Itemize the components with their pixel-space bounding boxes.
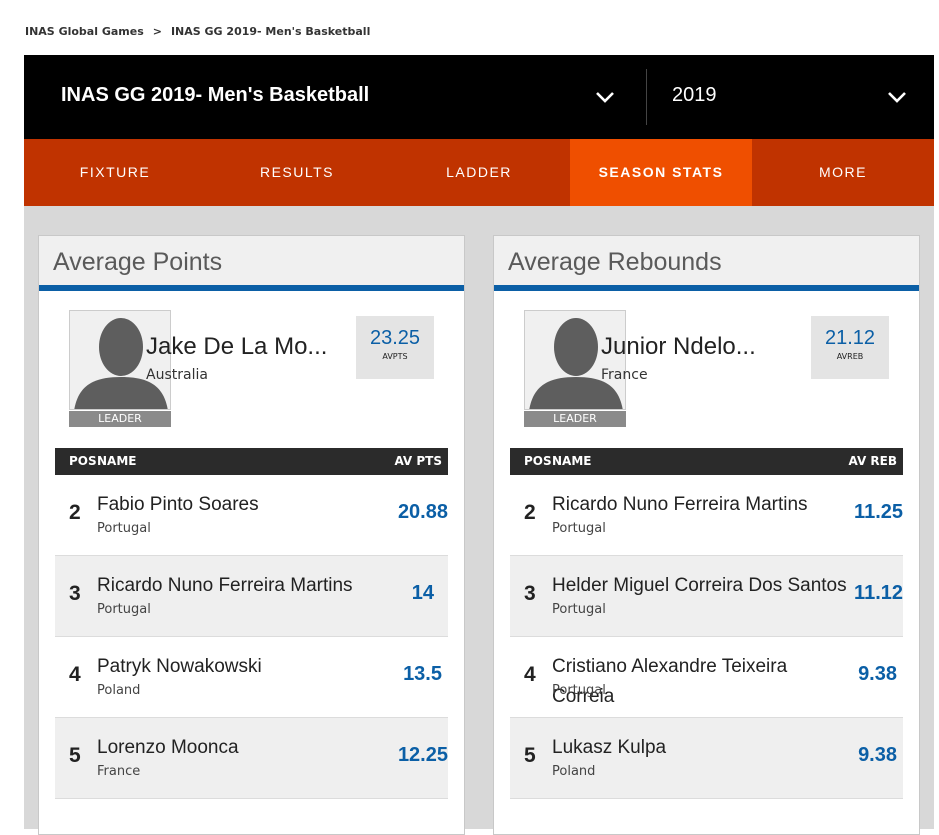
header-divider bbox=[646, 69, 647, 125]
row-player-name: Lorenzo Mooncа bbox=[97, 737, 239, 758]
breadcrumb-link-inas-global-games[interactable]: INAS Global Games bbox=[25, 25, 144, 38]
column-value: AV REB bbox=[848, 454, 897, 468]
table-row[interactable]: 2 Ricardo Nuno Ferreira Martins Portugal… bbox=[510, 475, 903, 556]
tab-ladder[interactable]: LADDER bbox=[388, 139, 570, 206]
leader-country: France bbox=[601, 367, 648, 383]
row-player-name: Fabio Pinto Soares bbox=[97, 494, 259, 515]
leader-stat-label: AVPTS bbox=[382, 352, 408, 361]
chevron-down-icon[interactable] bbox=[884, 85, 910, 109]
row-player-name: Ricardo Nuno Ferreira Martins bbox=[552, 494, 808, 515]
row-player-name: Cristiano Alexandre Teixeira Correia bbox=[552, 656, 788, 707]
row-country: Portugal bbox=[97, 521, 151, 536]
row-player-name: Patryk Nowakowski bbox=[97, 656, 262, 677]
competition-header: INAS GG 2019- Men's Basketball 2019 bbox=[24, 55, 934, 139]
row-country: Portugal bbox=[552, 602, 606, 617]
breadcrumb: INAS Global Games > INAS GG 2019- Men's Ba… bbox=[25, 25, 370, 38]
leader-panel[interactable]: LEADER Junior Ndelo... France 21.12 AVRE… bbox=[494, 291, 919, 443]
table-row[interactable]: 3 Ricardo Nuno Ferreira Martins Portugal… bbox=[55, 556, 448, 637]
column-name: NAME bbox=[552, 454, 592, 468]
row-rank: 4 bbox=[524, 663, 536, 686]
row-rank: 5 bbox=[524, 744, 536, 767]
row-value: 9.38 bbox=[858, 744, 897, 766]
tab-fixture[interactable]: FIXTURE bbox=[24, 139, 206, 206]
column-pos: POS bbox=[524, 454, 552, 468]
table-row[interactable]: 2 Fabio Pinto Soares Portugal 20.88 bbox=[55, 475, 448, 556]
table-row[interactable]: 5 Lukasz Kulpa Poland 9.38 bbox=[510, 718, 903, 799]
season-year: 2019 bbox=[672, 84, 717, 106]
column-name: NAME bbox=[97, 454, 137, 468]
tab-bar: FIXTURE RESULTS LADDER SEASON STATS MORE bbox=[24, 139, 934, 206]
row-value: 20.88 bbox=[397, 501, 448, 523]
leader-tag: LEADER bbox=[524, 411, 626, 427]
leader-panel[interactable]: LEADER Jake De La Mo... Australia 23.25 … bbox=[39, 291, 464, 443]
table-row[interactable]: 4 Patryk Nowakowski Poland 13.5 bbox=[55, 637, 448, 718]
column-value: AV PTS bbox=[394, 454, 442, 468]
tab-more[interactable]: MORE bbox=[752, 139, 934, 206]
row-country: Poland bbox=[97, 683, 141, 698]
leader-tag: LEADER bbox=[69, 411, 171, 427]
chevron-down-icon[interactable] bbox=[592, 85, 618, 109]
leader-name: Jake De La Mo... bbox=[146, 333, 328, 360]
average-points-card: Average Points LEADER Jake De La Mo... A… bbox=[38, 235, 465, 835]
row-player-name: Lukasz Kulpa bbox=[552, 737, 667, 758]
tab-season-stats[interactable]: SEASON STATS bbox=[570, 139, 752, 206]
stats-content: Average Points LEADER Jake De La Mo... A… bbox=[24, 206, 934, 835]
row-value: 11.25 bbox=[854, 501, 903, 523]
row-player-name: Ricardo Nuno Ferreira Martins bbox=[97, 575, 353, 596]
table-row[interactable]: 3 Helder Miguel Correira Dos Santos Port… bbox=[510, 556, 903, 637]
column-pos: POS bbox=[69, 454, 97, 468]
leader-stat-value: 23.25 bbox=[369, 327, 421, 349]
row-value: 13.5 bbox=[403, 663, 442, 685]
leader-stat-label: AVREB bbox=[836, 352, 864, 361]
row-value: 9.38 bbox=[858, 663, 897, 685]
row-value: 12.25 bbox=[397, 744, 448, 766]
leader-name: Junior Ndelo... bbox=[601, 333, 756, 360]
card-title: Average Points bbox=[39, 236, 464, 291]
row-country: Portugal bbox=[552, 683, 606, 698]
table-row[interactable]: 5 Lorenzo Mooncа France 12.25 bbox=[55, 718, 448, 799]
table-row[interactable]: 4 Cristiano Alexandre Teixeira Correia P… bbox=[510, 637, 903, 718]
row-rank: 2 bbox=[69, 501, 81, 524]
row-player-name: Helder Miguel Correira Dos Santos bbox=[552, 575, 847, 596]
row-rank: 3 bbox=[69, 582, 81, 605]
row-value: 14 bbox=[411, 582, 434, 604]
leader-country: Australia bbox=[146, 367, 208, 383]
row-country: Portugal bbox=[97, 602, 151, 617]
row-country: France bbox=[97, 764, 141, 779]
tab-results[interactable]: RESULTS bbox=[206, 139, 388, 206]
leader-stat-value: 21.12 bbox=[824, 327, 876, 349]
competition-title: INAS GG 2019- Men's Basketball bbox=[61, 84, 370, 106]
breadcrumb-current[interactable]: INAS GG 2019- Men's Basketball bbox=[171, 25, 370, 38]
table-header: POS NAME AV REB bbox=[510, 448, 903, 475]
card-title: Average Rebounds bbox=[494, 236, 919, 291]
row-country: Portugal bbox=[552, 521, 606, 536]
breadcrumb-separator: > bbox=[152, 25, 162, 38]
row-value: 11.12 bbox=[854, 582, 903, 604]
row-rank: 5 bbox=[69, 744, 81, 767]
row-rank: 2 bbox=[524, 501, 536, 524]
row-rank: 4 bbox=[69, 663, 81, 686]
row-rank: 3 bbox=[524, 582, 536, 605]
table-header: POS NAME AV PTS bbox=[55, 448, 448, 475]
leader-stat-box: 23.25 AVPTS bbox=[356, 316, 434, 379]
leader-stat-box: 21.12 AVREB bbox=[811, 316, 889, 379]
row-country: Poland bbox=[552, 764, 596, 779]
average-rebounds-card: Average Rebounds LEADER Junior Ndelo... … bbox=[493, 235, 920, 835]
